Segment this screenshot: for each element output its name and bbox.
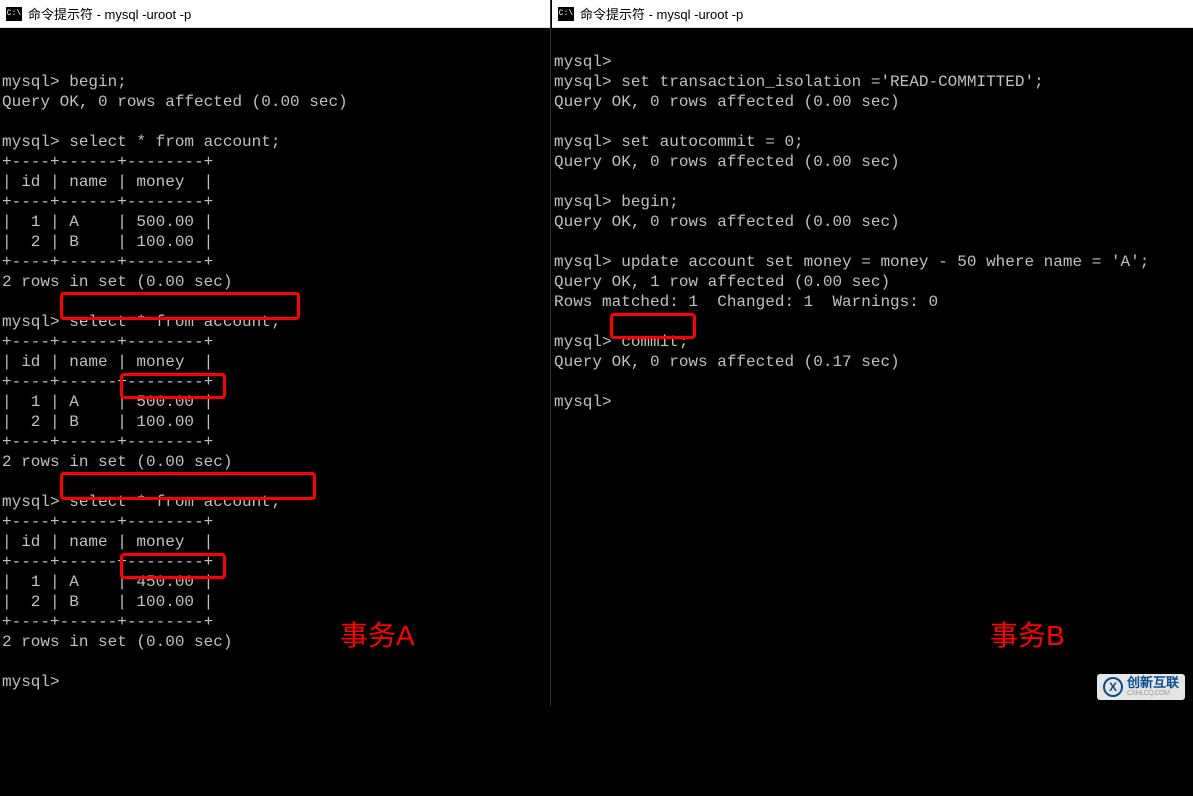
terminal-line: mysql>: [2, 673, 60, 691]
terminal-line: mysql> update account set money = money …: [554, 253, 1149, 271]
terminal-line: +----+------+--------+: [2, 433, 213, 451]
terminal-line: 2 rows in set (0.00 sec): [2, 453, 232, 471]
terminal-line: Query OK, 0 rows affected (0.00 sec): [554, 213, 900, 231]
terminal-line: +----+------+--------+: [2, 333, 213, 351]
terminal-line: | id | name | money |: [2, 173, 213, 191]
terminal-line: mysql> begin;: [554, 193, 679, 211]
terminal-line: mysql> set transaction_isolation ='READ-…: [554, 73, 1044, 91]
terminal-line: +----+------+--------+: [2, 193, 213, 211]
terminal-line: | 2 | B | 100.00 |: [2, 593, 213, 611]
terminal-line: +----+------+--------+: [2, 513, 213, 531]
terminal-line: mysql> select * from account;: [2, 493, 280, 511]
terminal-line: | 1 | A | 450.00 |: [2, 573, 213, 591]
terminal-line: mysql> select * from account;: [2, 133, 280, 151]
terminal-line: +----+------+--------+: [2, 153, 213, 171]
right-terminal-window: C:\ 命令提示符 - mysql -uroot -p mysql> mysql…: [552, 0, 1193, 706]
terminal-line: mysql> select * from account;: [2, 313, 280, 331]
left-window-title: 命令提示符 - mysql -uroot -p: [28, 4, 191, 23]
terminal-line: mysql>: [554, 53, 612, 71]
label-transaction-a: 事务A: [340, 614, 415, 654]
terminal-line: Query OK, 0 rows affected (0.17 sec): [554, 353, 900, 371]
terminal-line: | 2 | B | 100.00 |: [2, 413, 213, 431]
left-terminal-content[interactable]: mysql> begin; Query OK, 0 rows affected …: [0, 28, 550, 796]
terminal-line: Query OK, 1 row affected (0.00 sec): [554, 273, 890, 291]
terminal-line: Query OK, 0 rows affected (0.00 sec): [554, 153, 900, 171]
terminal-line: mysql> begin;: [2, 73, 127, 91]
terminal-line: | 1 | A | 500.00 |: [2, 393, 213, 411]
terminal-line: Query OK, 0 rows affected (0.00 sec): [554, 93, 900, 111]
watermark-logo-icon: X: [1103, 677, 1123, 697]
left-titlebar[interactable]: C:\ 命令提示符 - mysql -uroot -p: [0, 0, 550, 28]
terminal-line: | 2 | B | 100.00 |: [2, 233, 213, 251]
label-transaction-b: 事务B: [990, 614, 1065, 654]
watermark-text-en: CXHLCQ.COM: [1127, 690, 1179, 698]
right-terminal-content[interactable]: mysql> mysql> set transaction_isolation …: [552, 28, 1193, 456]
terminal-line: +----+------+--------+: [2, 613, 213, 631]
left-terminal-window: C:\ 命令提示符 - mysql -uroot -p mysql> begin…: [0, 0, 551, 706]
terminal-line: +----+------+--------+: [2, 253, 213, 271]
watermark-text-cn: 创新互联: [1127, 676, 1179, 690]
cmd-icon: C:\: [558, 7, 574, 21]
terminal-line: | id | name | money |: [2, 353, 213, 371]
terminal-line: | id | name | money |: [2, 533, 213, 551]
terminal-line: +----+------+--------+: [2, 553, 213, 571]
terminal-line: 2 rows in set (0.00 sec): [2, 633, 232, 651]
terminal-line: Query OK, 0 rows affected (0.00 sec): [2, 93, 348, 111]
cmd-icon: C:\: [6, 7, 22, 21]
right-window-title: 命令提示符 - mysql -uroot -p: [580, 4, 743, 23]
terminal-line: mysql> commit;: [554, 333, 688, 351]
terminal-line: 2 rows in set (0.00 sec): [2, 273, 232, 291]
terminal-line: Rows matched: 1 Changed: 1 Warnings: 0: [554, 293, 938, 311]
terminal-line: mysql> set autocommit = 0;: [554, 133, 804, 151]
right-titlebar[interactable]: C:\ 命令提示符 - mysql -uroot -p: [552, 0, 1193, 28]
terminal-line: | 1 | A | 500.00 |: [2, 213, 213, 231]
terminal-line: +----+------+--------+: [2, 373, 213, 391]
terminal-line: mysql>: [554, 393, 612, 411]
watermark: X 创新互联 CXHLCQ.COM: [1097, 674, 1185, 700]
